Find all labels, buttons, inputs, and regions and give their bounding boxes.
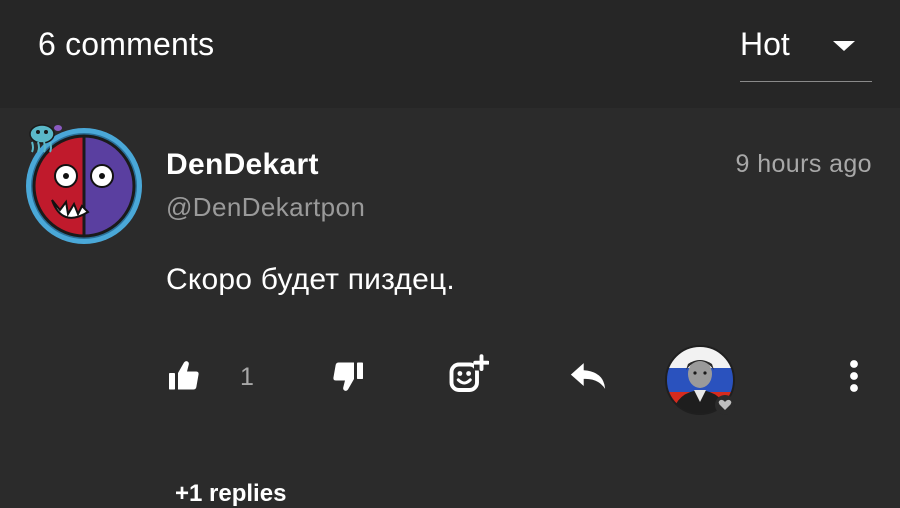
dislike-button[interactable] bbox=[330, 358, 366, 394]
add-reaction-icon bbox=[449, 354, 489, 392]
comment-item: DenDekart @DenDekartpon 9 hours ago Скор… bbox=[0, 108, 900, 508]
more-vertical-icon bbox=[850, 360, 858, 392]
view-replies-link[interactable]: +1 replies bbox=[175, 480, 286, 508]
more-options-button[interactable] bbox=[842, 358, 866, 394]
thumbs-down-icon bbox=[333, 362, 363, 391]
add-reaction-button[interactable] bbox=[447, 354, 489, 396]
like-button[interactable] bbox=[166, 358, 202, 394]
reaction-avatar[interactable] bbox=[664, 344, 736, 416]
like-count: 1 bbox=[240, 363, 254, 391]
reply-button[interactable] bbox=[568, 358, 608, 394]
sort-dropdown[interactable]: Hot bbox=[740, 24, 872, 82]
comment-text: Скоро будет пиздец. bbox=[166, 263, 455, 296]
comment-count: 6 comments bbox=[38, 26, 215, 62]
reply-icon bbox=[570, 363, 606, 389]
comment-timestamp: 9 hours ago bbox=[735, 150, 872, 178]
comments-header: 6 comments Hot bbox=[0, 0, 900, 108]
thumbs-up-icon bbox=[169, 361, 199, 390]
heart-icon bbox=[715, 395, 735, 415]
comment-handle: @DenDekartpon bbox=[166, 192, 366, 222]
caret-down-icon bbox=[833, 41, 855, 51]
comment-username[interactable]: DenDekart bbox=[166, 148, 319, 182]
user-avatar[interactable] bbox=[22, 120, 146, 244]
sort-selected-label: Hot bbox=[740, 26, 790, 62]
